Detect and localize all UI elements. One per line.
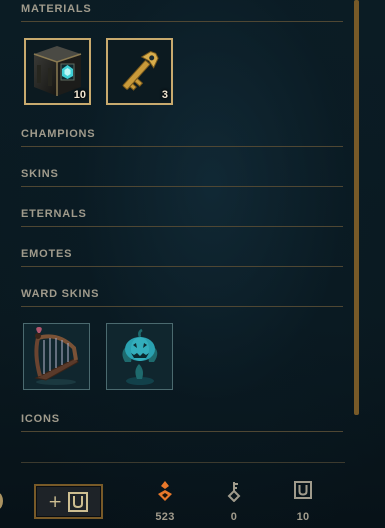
section-header-champions[interactable]: CHAMPIONS <box>21 125 343 147</box>
section-header-materials[interactable]: MATERIALS <box>21 0 343 22</box>
add-chest-button[interactable]: + <box>34 484 103 519</box>
loot-scroll-area[interactable]: MATERIALS 10 3 CHAMPIONS SKINS ETERNALS … <box>0 0 352 462</box>
orange-essence-value: 523 <box>155 511 175 523</box>
footer-divider <box>21 462 345 463</box>
section-title: ICONS <box>21 413 60 425</box>
scrollbar-thumb[interactable] <box>354 0 359 415</box>
section-title: MATERIALS <box>21 3 92 15</box>
key-fragment-value: 0 <box>230 511 238 523</box>
ward-skin-tile-harp[interactable] <box>23 323 90 390</box>
section-header-emotes[interactable]: EMOTES <box>21 245 343 267</box>
material-tile-hextech-chest[interactable]: 10 <box>24 38 91 105</box>
section-header-ward-skins[interactable]: WARD SKINS <box>21 285 343 307</box>
key-fragment-icon <box>227 482 241 502</box>
section-header-eternals[interactable]: ETERNALS <box>21 205 343 227</box>
material-count: 10 <box>73 89 86 101</box>
scrollbar[interactable] <box>354 0 359 415</box>
orange-essence-icon <box>158 481 172 501</box>
orange-essence-counter: 523 <box>145 480 185 524</box>
chest-count-value: 10 <box>296 511 310 523</box>
chest-icon <box>294 481 312 499</box>
material-count: 3 <box>161 89 168 101</box>
key-fragment-counter: 0 <box>214 480 254 524</box>
chest-icon <box>68 492 88 512</box>
section-header-skins[interactable]: SKINS <box>21 165 343 187</box>
plus-icon: + <box>48 492 63 512</box>
section-title: ETERNALS <box>21 208 87 220</box>
section-title: CHAMPIONS <box>21 128 96 140</box>
pumpkin-ward-icon <box>107 324 172 389</box>
section-title: WARD SKINS <box>21 288 100 300</box>
loot-panel: MATERIALS 10 3 CHAMPIONS SKINS ETERNALS … <box>0 0 385 528</box>
material-tile-hextech-key[interactable]: 3 <box>106 38 173 105</box>
section-title: SKINS <box>21 168 59 180</box>
section-header-icons[interactable]: ICONS <box>21 410 343 432</box>
harp-ward-icon <box>24 324 89 389</box>
chest-counter: 10 <box>283 480 323 524</box>
section-title: EMOTES <box>21 248 73 260</box>
panel-edge-handle <box>0 493 3 509</box>
ward-skin-tile-pumpkin[interactable] <box>106 323 173 390</box>
